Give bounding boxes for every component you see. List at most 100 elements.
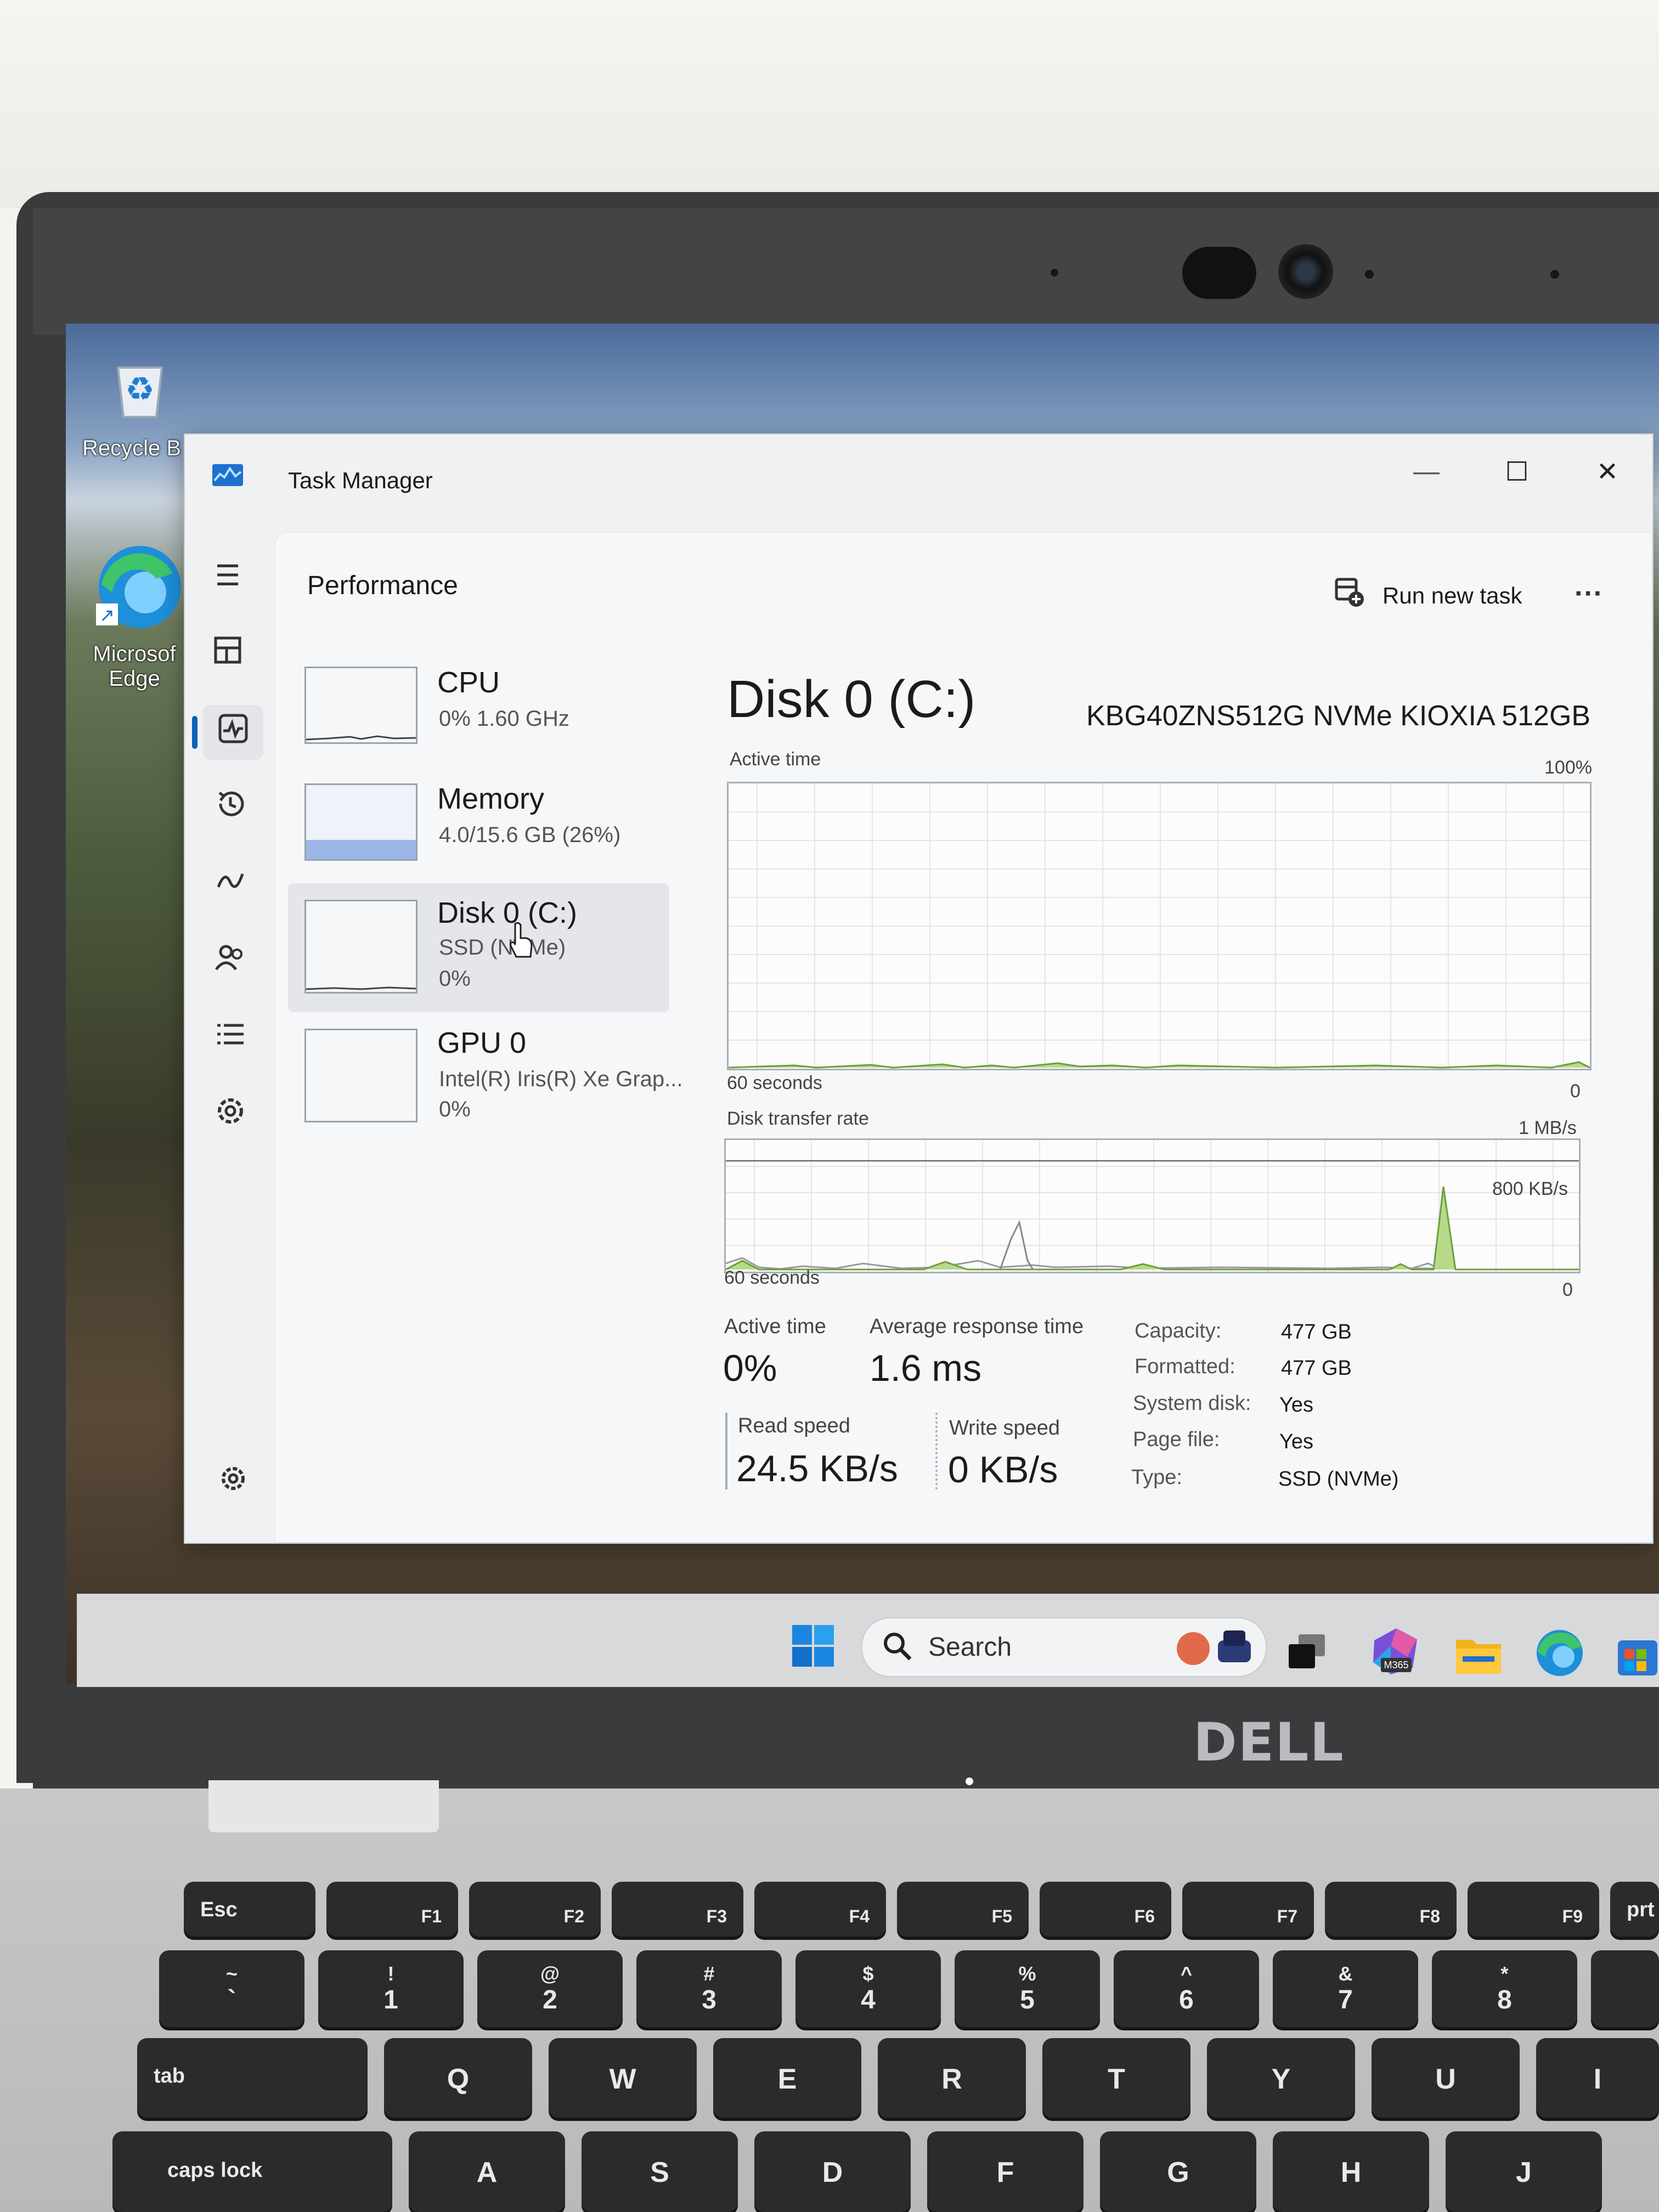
f4-key[interactable]: F4 xyxy=(754,1882,886,1937)
key-2[interactable]: @2 xyxy=(477,1950,623,2027)
detail-title: Disk 0 (C:) xyxy=(727,670,976,729)
key-f[interactable]: F xyxy=(927,2131,1084,2212)
key-t[interactable]: T xyxy=(1042,2038,1190,2118)
recycle-bin-icon[interactable]: ♻ xyxy=(104,351,176,422)
key-1[interactable]: ! 1 xyxy=(318,1950,464,2027)
users-icon[interactable] xyxy=(211,941,250,979)
write-speed-label: Write speed xyxy=(949,1417,1060,1440)
esc-key[interactable]: Esc xyxy=(184,1882,315,1937)
read-speed-value: 24.5 KB/s xyxy=(736,1448,898,1489)
maximize-button[interactable]: ☐ xyxy=(1481,456,1553,487)
transfer-rate-graph-min: 0 xyxy=(1562,1279,1573,1300)
sensor-dot xyxy=(1365,270,1374,279)
file-explorer-icon[interactable] xyxy=(1454,1632,1503,1676)
capacity-label: Capacity: xyxy=(1135,1319,1222,1342)
avg-response-label: Average response time xyxy=(870,1315,1084,1338)
key-7[interactable]: & 7 xyxy=(1273,1950,1418,2027)
microsoft-365-icon[interactable]: M365 xyxy=(1369,1624,1421,1679)
f9-key[interactable]: F9 xyxy=(1468,1882,1599,1937)
key-r[interactable]: R xyxy=(878,2038,1026,2118)
active-time-graph-duration: 60 seconds xyxy=(727,1073,822,1093)
key-j[interactable]: J xyxy=(1446,2131,1602,2212)
f3-key[interactable]: F3 xyxy=(612,1882,743,1937)
store-icon[interactable] xyxy=(1616,1634,1659,1678)
key-w[interactable]: W xyxy=(549,2038,697,2118)
app-history-icon[interactable] xyxy=(211,787,250,826)
cpu-thumbnail xyxy=(304,667,417,744)
edge-taskbar-icon[interactable] xyxy=(1533,1627,1585,1679)
memory-name[interactable]: Memory xyxy=(437,782,544,816)
ir-camera xyxy=(1182,247,1256,299)
prt-key[interactable]: prt xyxy=(1610,1882,1659,1937)
backtick-key[interactable]: ~ ` xyxy=(159,1950,304,2027)
gpu-name[interactable]: GPU 0 xyxy=(437,1026,526,1060)
key-s[interactable]: S xyxy=(582,2131,738,2212)
key-a[interactable]: A xyxy=(409,2131,565,2212)
hamburger-menu-icon[interactable]: ☰ xyxy=(208,557,247,595)
transfer-rate-graph-max: 1 MB/s xyxy=(1519,1118,1577,1138)
key-3[interactable]: #3 xyxy=(636,1950,782,2027)
run-new-task-button[interactable]: Run new task xyxy=(1383,583,1522,609)
key-6[interactable]: ^ 6 xyxy=(1114,1950,1259,2027)
key-4[interactable]: $4 xyxy=(795,1950,941,2027)
avg-response-value: 1.6 ms xyxy=(870,1347,982,1389)
edge-label: Microsof Edge xyxy=(93,642,176,691)
cpu-usage: 0% 1.60 GHz xyxy=(439,707,569,731)
nav-selected-indicator xyxy=(192,716,198,749)
transfer-rate-graph xyxy=(724,1138,1581,1273)
tab-key[interactable]: tab xyxy=(137,2038,368,2118)
f2-key[interactable]: F2 xyxy=(469,1882,601,1937)
run-new-task-icon[interactable] xyxy=(1333,576,1366,609)
m365-badge: M365 xyxy=(1381,1658,1412,1672)
caps-lock-key[interactable]: caps lock xyxy=(112,2131,392,2212)
active-time-value: 0% xyxy=(723,1347,777,1389)
key-i[interactable]: I xyxy=(1536,2038,1659,2118)
system-disk-label: System disk: xyxy=(1133,1392,1251,1415)
more-options-button[interactable]: ··· xyxy=(1575,577,1603,610)
bezel-top xyxy=(33,208,1659,335)
window-title: Task Manager xyxy=(288,467,433,493)
key-d[interactable]: D xyxy=(754,2131,911,2212)
processes-icon[interactable] xyxy=(208,634,247,672)
details-icon[interactable] xyxy=(211,1018,250,1056)
key-g[interactable]: G xyxy=(1100,2131,1256,2212)
page-file-label: Page file: xyxy=(1133,1428,1220,1451)
edge-icon[interactable]: ↗ xyxy=(91,540,181,631)
f1-key[interactable]: F1 xyxy=(326,1882,458,1937)
background-wall xyxy=(0,0,1659,208)
dell-logo: DELL xyxy=(1193,1712,1345,1773)
gpu-thumbnail xyxy=(304,1029,417,1122)
key-8[interactable]: * 8 xyxy=(1432,1950,1577,2027)
formatted-label: Formatted: xyxy=(1135,1355,1235,1378)
close-button[interactable]: ✕ xyxy=(1572,456,1643,487)
f8-key[interactable]: F8 xyxy=(1325,1882,1457,1937)
f5-key[interactable]: F5 xyxy=(897,1882,1029,1937)
task-view-icon[interactable] xyxy=(1286,1632,1328,1671)
gpu-usage: 0% xyxy=(439,1097,471,1121)
key-u[interactable]: U xyxy=(1372,2038,1520,2118)
taskbar-search-text[interactable]: Search xyxy=(928,1632,1012,1662)
key-y[interactable]: Y xyxy=(1207,2038,1355,2118)
hinge xyxy=(208,1780,439,1832)
performance-icon[interactable] xyxy=(214,712,252,751)
f6-key[interactable]: F6 xyxy=(1040,1882,1171,1937)
key-e[interactable]: E xyxy=(713,2038,861,2118)
sensor-dot xyxy=(1550,270,1559,279)
services-icon[interactable] xyxy=(211,1094,250,1133)
minimize-button[interactable]: — xyxy=(1391,456,1462,487)
write-speed-value: 0 KB/s xyxy=(948,1449,1058,1491)
key-h[interactable]: H xyxy=(1273,2131,1429,2212)
cpu-name[interactable]: CPU xyxy=(437,665,500,699)
type-label: Type: xyxy=(1131,1466,1182,1489)
f7-key[interactable]: F7 xyxy=(1182,1882,1314,1937)
startup-apps-icon[interactable] xyxy=(211,864,250,902)
search-highlight-icon xyxy=(1169,1624,1262,1671)
key-5[interactable]: % 5 xyxy=(955,1950,1100,2027)
webcam xyxy=(1278,244,1333,299)
page-title: Performance xyxy=(307,571,458,600)
start-button-icon[interactable] xyxy=(791,1624,835,1668)
key-9[interactable] xyxy=(1591,1950,1659,2027)
key-q[interactable]: Q xyxy=(384,2038,532,2118)
task-manager-app-icon xyxy=(211,462,244,488)
settings-icon[interactable] xyxy=(214,1462,252,1500)
